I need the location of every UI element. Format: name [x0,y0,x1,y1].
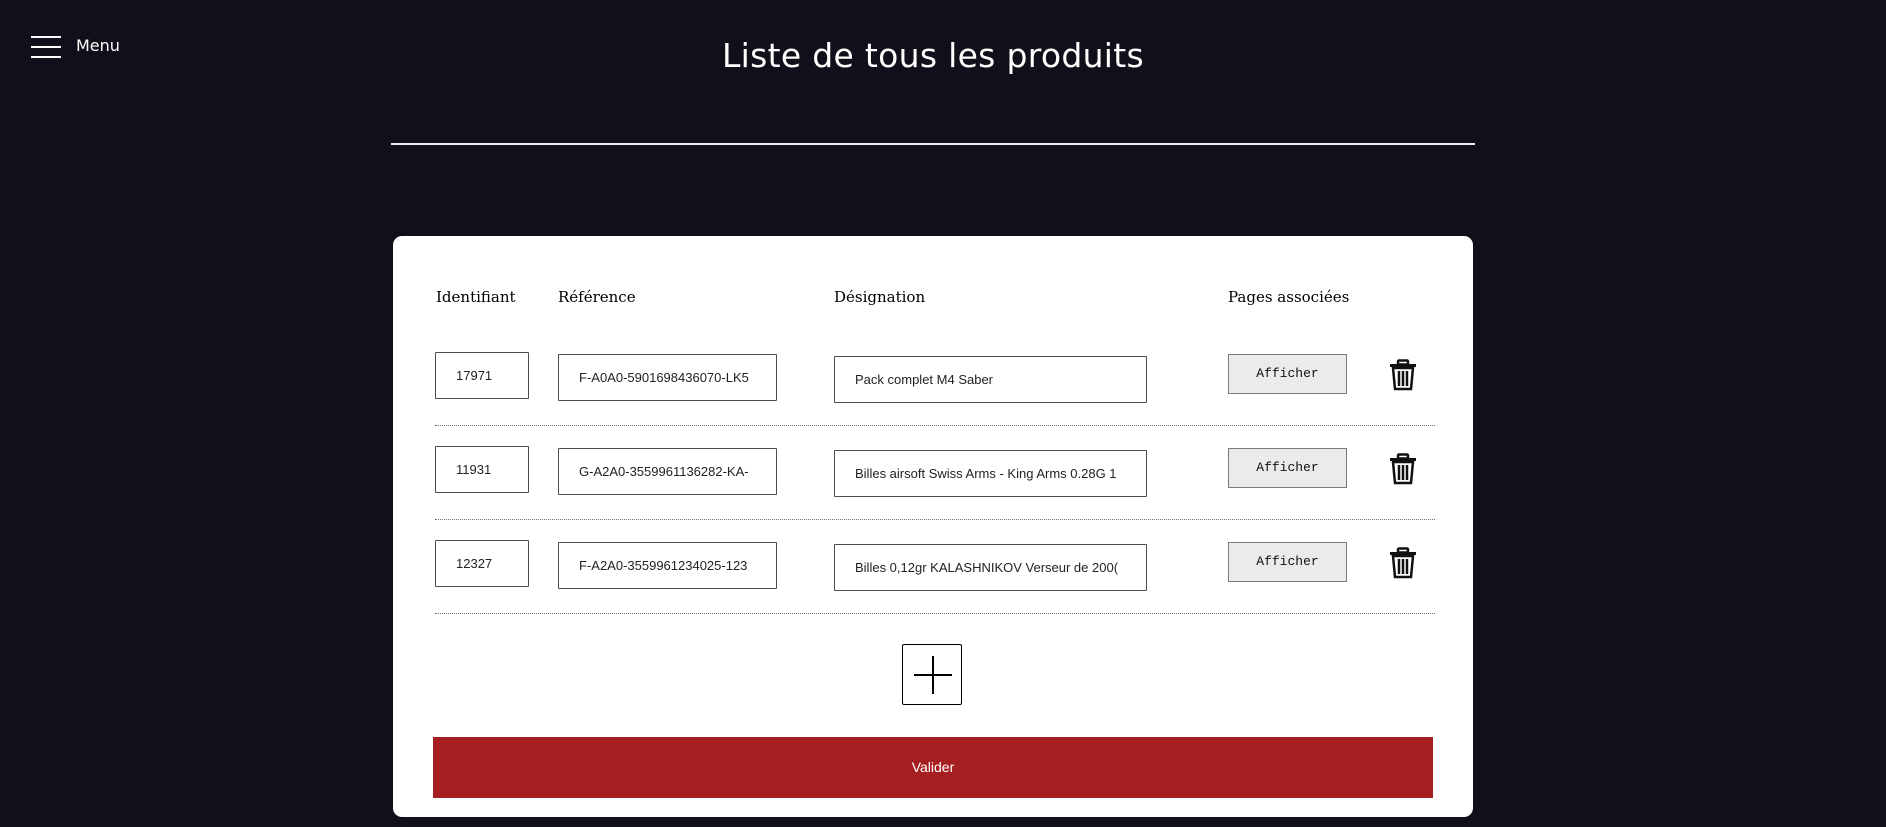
submit-button[interactable]: Valider [433,737,1433,798]
row-divider [435,613,1435,614]
plus-icon [914,656,952,694]
trash-icon[interactable] [1389,359,1417,391]
table-row: Afficher [435,520,1435,614]
column-header-reference: Référence [558,288,636,306]
show-pages-button[interactable]: Afficher [1228,354,1347,394]
trash-icon[interactable] [1389,547,1417,579]
id-field[interactable] [435,540,529,587]
show-pages-button[interactable]: Afficher [1228,542,1347,582]
column-header-pages: Pages associées [1228,288,1350,306]
trash-icon[interactable] [1389,453,1417,485]
table-row: Afficher [435,426,1435,520]
column-header-id: Identifiant [436,288,516,306]
show-pages-button[interactable]: Afficher [1228,448,1347,488]
id-field[interactable] [435,446,529,493]
title-divider [391,143,1475,145]
table-row: Afficher [435,332,1435,426]
reference-field[interactable] [558,448,777,495]
table-header: Identifiant Référence Désignation Pages … [393,288,1473,308]
reference-field[interactable] [558,354,777,401]
column-header-designation: Désignation [834,288,926,306]
reference-field[interactable] [558,542,777,589]
id-field[interactable] [435,352,529,399]
designation-field[interactable] [834,544,1147,591]
add-row-button[interactable] [902,644,962,705]
designation-field[interactable] [834,450,1147,497]
products-card: Identifiant Référence Désignation Pages … [393,236,1473,817]
page-title: Liste de tous les produits [721,36,1145,75]
designation-field[interactable] [834,356,1147,403]
